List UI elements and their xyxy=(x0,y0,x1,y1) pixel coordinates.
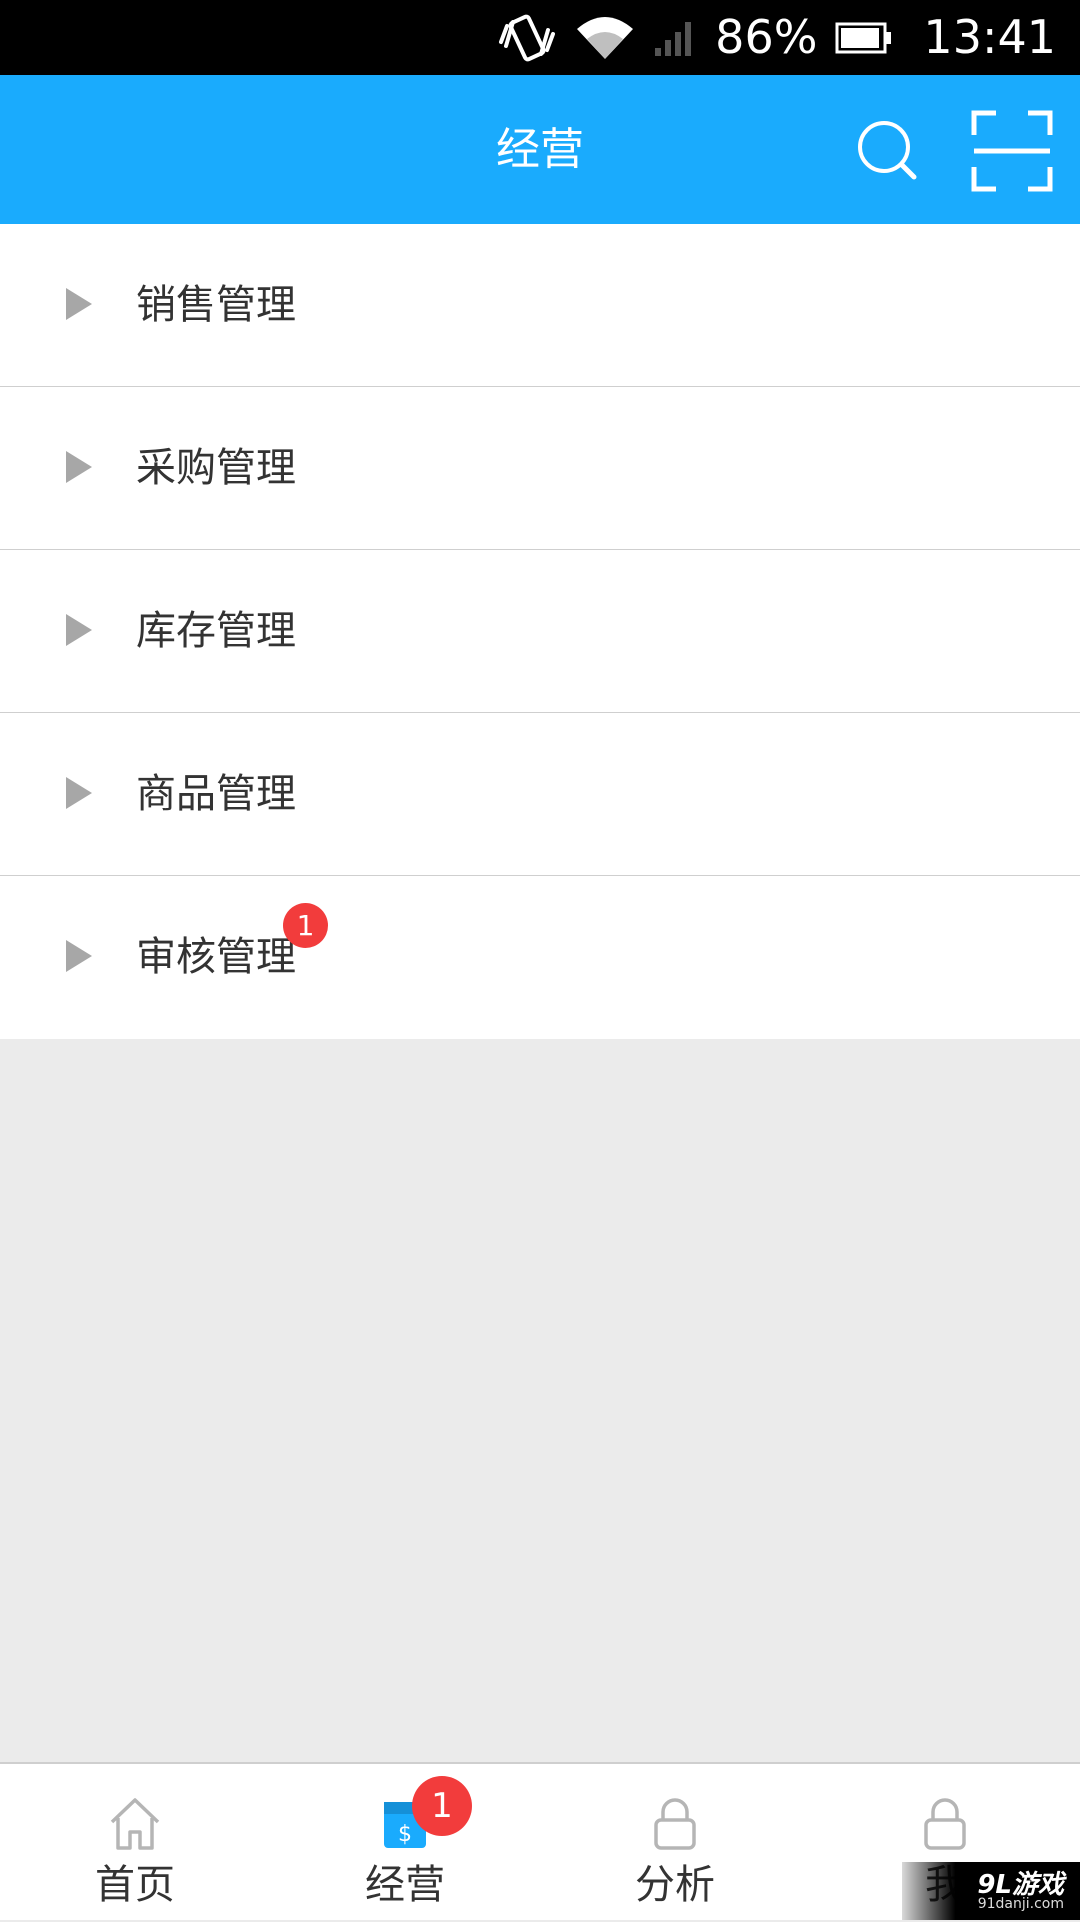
status-time: 13:41 xyxy=(923,10,1056,64)
menu-item-label: 商品管理 xyxy=(136,771,296,817)
scan-icon xyxy=(971,110,1053,192)
wifi-icon xyxy=(575,13,635,63)
nav-label: 分析 xyxy=(635,1862,715,1908)
menu-item-sales[interactable]: 销售管理 xyxy=(0,224,1080,387)
menu-list: 销售管理 采购管理 库存管理 商品管理 审核管理 1 xyxy=(0,224,1080,1039)
triangle-right-icon xyxy=(66,288,92,320)
home-icon xyxy=(110,1798,160,1850)
triangle-right-icon xyxy=(66,451,92,483)
menu-item-label: 审核管理 xyxy=(136,934,296,980)
menu-item-review[interactable]: 审核管理 1 xyxy=(0,876,1080,1039)
battery-icon xyxy=(835,21,893,55)
notification-badge: 1 xyxy=(412,1776,472,1836)
menu-item-label: 采购管理 xyxy=(136,445,296,491)
menu-item-label: 库存管理 xyxy=(136,608,296,654)
search-icon xyxy=(858,121,917,180)
watermark-url: 91danji.com xyxy=(977,1896,1064,1912)
notification-badge: 1 xyxy=(283,903,328,948)
battery-percent: 86% xyxy=(715,10,818,64)
signal-icon xyxy=(653,18,697,58)
nav-item-analysis[interactable]: 分析 xyxy=(540,1764,810,1922)
nav-item-business[interactable]: $ 1 经营 xyxy=(270,1764,540,1922)
nav-item-home[interactable]: 首页 xyxy=(0,1764,270,1922)
triangle-right-icon xyxy=(66,614,92,646)
menu-item-label: 销售管理 xyxy=(136,282,296,328)
lock-icon xyxy=(924,1798,966,1850)
app-header: 经营 xyxy=(0,75,1080,224)
menu-item-purchase[interactable]: 采购管理 xyxy=(0,387,1080,550)
vibrate-icon xyxy=(497,12,557,64)
nav-label: 经营 xyxy=(365,1862,445,1908)
triangle-right-icon xyxy=(66,777,92,809)
nav-label: 首页 xyxy=(95,1862,175,1908)
watermark: 9L游戏 91danji.com xyxy=(902,1862,1080,1920)
svg-text:$: $ xyxy=(398,1822,412,1847)
status-bar: 86% 13:41 xyxy=(0,0,1080,75)
menu-item-products[interactable]: 商品管理 xyxy=(0,713,1080,876)
menu-item-inventory[interactable]: 库存管理 xyxy=(0,550,1080,713)
search-button[interactable] xyxy=(852,115,922,185)
scan-button[interactable] xyxy=(970,109,1054,193)
triangle-right-icon xyxy=(66,940,92,972)
lock-icon xyxy=(654,1798,696,1850)
